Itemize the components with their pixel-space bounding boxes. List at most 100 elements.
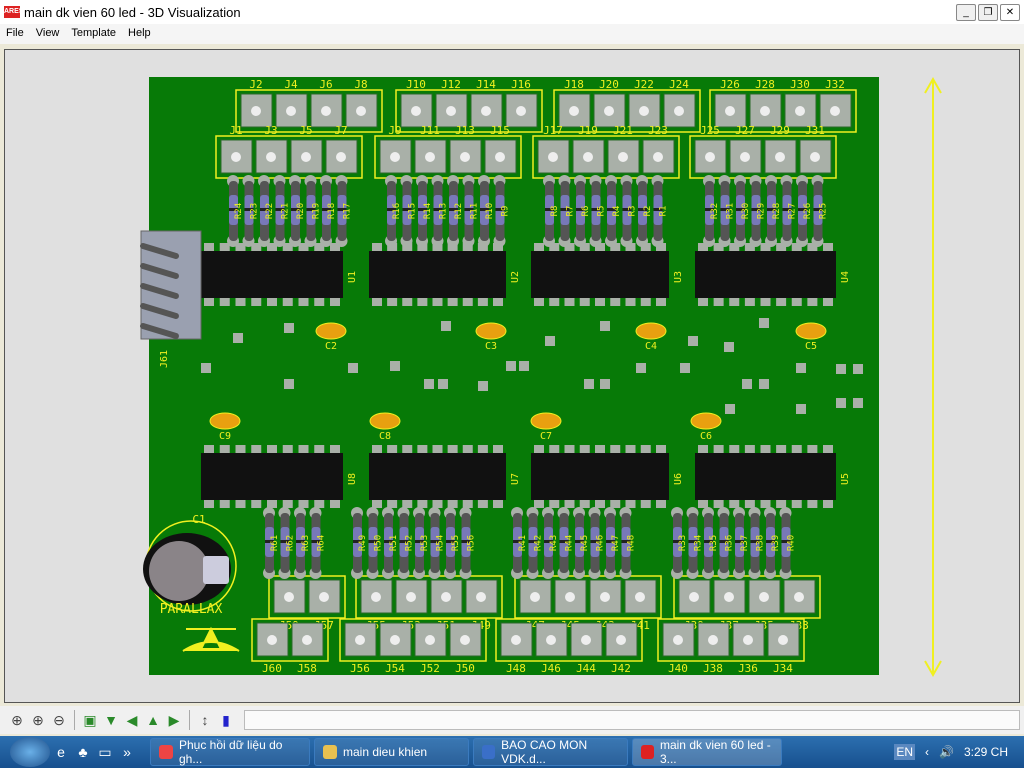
menu-template[interactable]: Template — [65, 24, 122, 44]
silk-label: C5 — [805, 341, 817, 352]
ie-icon[interactable]: e — [50, 744, 72, 760]
silk-label: J28 — [755, 78, 775, 91]
clock[interactable]: 3:29 CH — [964, 745, 1008, 759]
capacitor-top — [149, 541, 209, 601]
silk-label: J30 — [790, 78, 810, 91]
view-front-icon[interactable]: ▼ — [102, 711, 120, 729]
silk-label: R38 — [756, 535, 766, 551]
menu-file[interactable]: File — [0, 24, 30, 44]
more-icon[interactable]: » — [116, 744, 138, 760]
silk-label: R1 — [659, 206, 669, 217]
via-pad — [724, 342, 734, 352]
board-group: J2 J4 J6 J8 J10 J12 J14 J16 J18 J20 J22 J24 J26 J28 J3… — [140, 76, 942, 678]
pad-hole — [266, 152, 276, 162]
pad-hole — [301, 152, 311, 162]
silk-label: R40 — [787, 535, 797, 551]
silk-label: J25 — [700, 124, 720, 137]
zoom-in-icon[interactable]: ⊕ — [29, 711, 47, 729]
via-pad — [390, 361, 400, 371]
language-indicator[interactable]: EN — [894, 744, 916, 760]
via-pad — [836, 364, 846, 374]
capacitor — [635, 322, 667, 340]
view-top-icon[interactable]: ▣ — [81, 711, 99, 729]
silk-label: R64 — [317, 535, 327, 551]
pad-hole — [411, 106, 421, 116]
via-pad — [725, 404, 735, 414]
silk-label: R17 — [343, 203, 353, 219]
view-left-icon[interactable]: ◀ — [123, 711, 141, 729]
silk-label: R48 — [627, 535, 637, 551]
pad-hole — [406, 592, 416, 602]
taskbar-item[interactable]: BAO CAO MON VDK.d... — [473, 738, 628, 766]
silk-label: J16 — [511, 78, 531, 91]
view-toolbar: ⊕ ⊕ ⊖ ▣ ▼ ◀ ▲ ▶ ↕ ▮ — [0, 706, 1024, 734]
via-pad — [853, 364, 863, 374]
silk-label: J61 — [159, 350, 170, 368]
silk-label: C3 — [485, 341, 497, 352]
menu-view[interactable]: View — [30, 24, 66, 44]
ic-chip — [531, 251, 669, 298]
height-icon[interactable]: ↕ — [196, 711, 214, 729]
silk-label: J14 — [476, 78, 496, 91]
via-pad — [759, 318, 769, 328]
silk-label: J56 — [350, 662, 370, 675]
component-icon[interactable]: ▮ — [217, 711, 235, 729]
silk-label: R53 — [420, 535, 430, 551]
ic-chip — [369, 251, 506, 298]
pad-hole — [725, 106, 735, 116]
silk-label: C4 — [645, 341, 657, 352]
view-right-icon[interactable]: ▶ — [165, 711, 183, 729]
ares-icon — [641, 745, 654, 759]
pad-hole — [778, 635, 788, 645]
maximize-button[interactable]: ❐ — [978, 4, 998, 21]
taskbar-item[interactable]: main dieu khien — [314, 738, 469, 766]
menu-bar: File View Template Help — [0, 24, 1024, 44]
silk-label: J21 — [613, 124, 633, 137]
silk-label: U6 — [673, 473, 684, 485]
pad-hole — [583, 152, 593, 162]
silk-label: J38 — [703, 662, 723, 675]
taskbar-item[interactable]: Phục hồi dữ liệu do gh... — [150, 738, 310, 766]
show-hidden-icons[interactable]: ‹ — [925, 745, 929, 759]
start-button[interactable] — [10, 737, 50, 767]
pad-hole — [530, 592, 540, 602]
pad-hole — [708, 635, 718, 645]
close-button[interactable]: ✕ — [1000, 4, 1020, 21]
silk-label: R44 — [565, 535, 575, 551]
silk-label: J15 — [490, 124, 510, 137]
capacitor — [795, 322, 827, 340]
pad-hole — [740, 152, 750, 162]
view-back-icon[interactable]: ▲ — [144, 711, 162, 729]
silk-label: J54 — [385, 662, 405, 675]
taskbar-item[interactable]: main dk vien 60 led - 3... — [632, 738, 782, 766]
taskbar-item-label: main dk vien 60 led - 3... — [659, 738, 771, 766]
silk-label: J1 — [229, 124, 242, 137]
ic-chip — [695, 453, 836, 500]
crosshair-icon[interactable]: ⊕ — [8, 711, 26, 729]
pad-hole — [425, 635, 435, 645]
pad-hole — [759, 592, 769, 602]
desktop-icon[interactable]: ▭ — [94, 744, 116, 761]
menu-help[interactable]: Help — [122, 24, 157, 44]
pad-hole — [356, 106, 366, 116]
apps-icon[interactable]: ♣ — [72, 744, 94, 760]
pad-hole — [581, 635, 591, 645]
pad-hole — [446, 106, 456, 116]
volume-icon[interactable]: 🔊 — [939, 745, 954, 759]
silk-label: R22 — [265, 203, 275, 219]
pcb-board-scene[interactable]: J2 J4 J6 J8 J10 J12 J14 J16 J18 J20 J22 J24 J26 J28 J3… — [5, 50, 1021, 704]
silk-label: R43 — [549, 535, 559, 551]
pad-hole — [616, 635, 626, 645]
silk-label: R19 — [312, 203, 322, 219]
silk-label: R30 — [741, 203, 751, 219]
capacitor — [209, 412, 241, 430]
3d-viewport[interactable]: J2 J4 J6 J8 J10 J12 J14 J16 J18 J20 J22 J24 J26 J28 J3… — [4, 49, 1020, 703]
silk-label: J12 — [441, 78, 461, 91]
silk-label: R37 — [740, 535, 750, 551]
via-pad — [478, 381, 488, 391]
via-pad — [519, 361, 529, 371]
folder-icon — [323, 745, 337, 759]
zoom-out-icon[interactable]: ⊖ — [50, 711, 68, 729]
via-pad — [836, 398, 846, 408]
minimize-button[interactable]: _ — [956, 4, 976, 21]
